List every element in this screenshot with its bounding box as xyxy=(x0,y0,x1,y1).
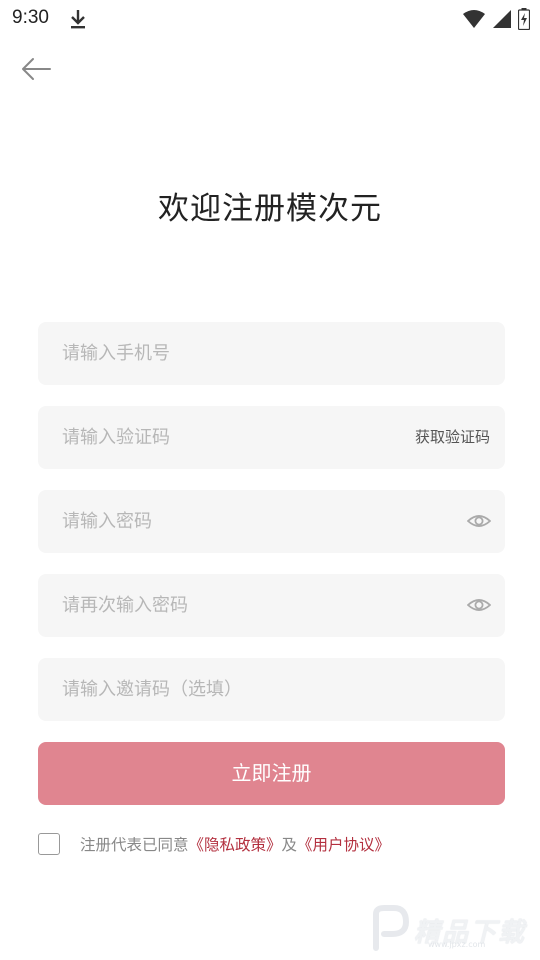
password-field[interactable] xyxy=(38,490,505,553)
status-time: 9:30 xyxy=(12,7,49,28)
agreement-text: 注册代表已同意《隐私政策》及《用户协议》 xyxy=(80,833,390,855)
confirm-password-field[interactable] xyxy=(38,574,505,637)
user-agreement-link[interactable]: 《用户协议》 xyxy=(297,836,390,854)
eye-icon[interactable] xyxy=(467,594,491,616)
eye-icon[interactable] xyxy=(467,510,491,532)
register-button[interactable]: 立即注册 xyxy=(38,742,505,805)
status-icons xyxy=(462,8,530,30)
status-bar: 9:30 xyxy=(0,0,540,38)
verification-code-field[interactable]: 获取验证码 xyxy=(38,406,505,469)
back-arrow-icon xyxy=(22,58,51,80)
get-code-button[interactable]: 获取验证码 xyxy=(415,406,490,469)
battery-icon xyxy=(518,8,530,30)
password-input[interactable] xyxy=(62,490,392,553)
privacy-policy-link[interactable]: 《隐私政策》 xyxy=(189,836,282,854)
agreement-and: 及 xyxy=(281,836,298,854)
watermark: 精品下载 www.jpxz.com xyxy=(368,904,528,952)
agreement-prefix: 注册代表已同意 xyxy=(80,836,189,854)
cell-signal-icon xyxy=(493,10,511,28)
watermark-sub: www.jpxz.com xyxy=(428,940,486,949)
phone-input[interactable] xyxy=(62,322,392,385)
page-title: 欢迎注册模次元 xyxy=(158,191,382,227)
back-button[interactable] xyxy=(16,52,56,86)
watermark-logo-icon xyxy=(373,905,410,951)
download-icon xyxy=(71,10,85,29)
invite-code-field[interactable] xyxy=(38,658,505,721)
invite-code-input[interactable] xyxy=(62,658,392,721)
agreement-checkbox[interactable] xyxy=(38,833,60,855)
confirm-password-input[interactable] xyxy=(62,574,392,637)
verification-code-input[interactable] xyxy=(62,406,392,469)
phone-field[interactable] xyxy=(38,322,505,385)
wifi-icon xyxy=(463,10,485,28)
agreement-row: 注册代表已同意《隐私政策》及《用户协议》 xyxy=(38,831,390,857)
